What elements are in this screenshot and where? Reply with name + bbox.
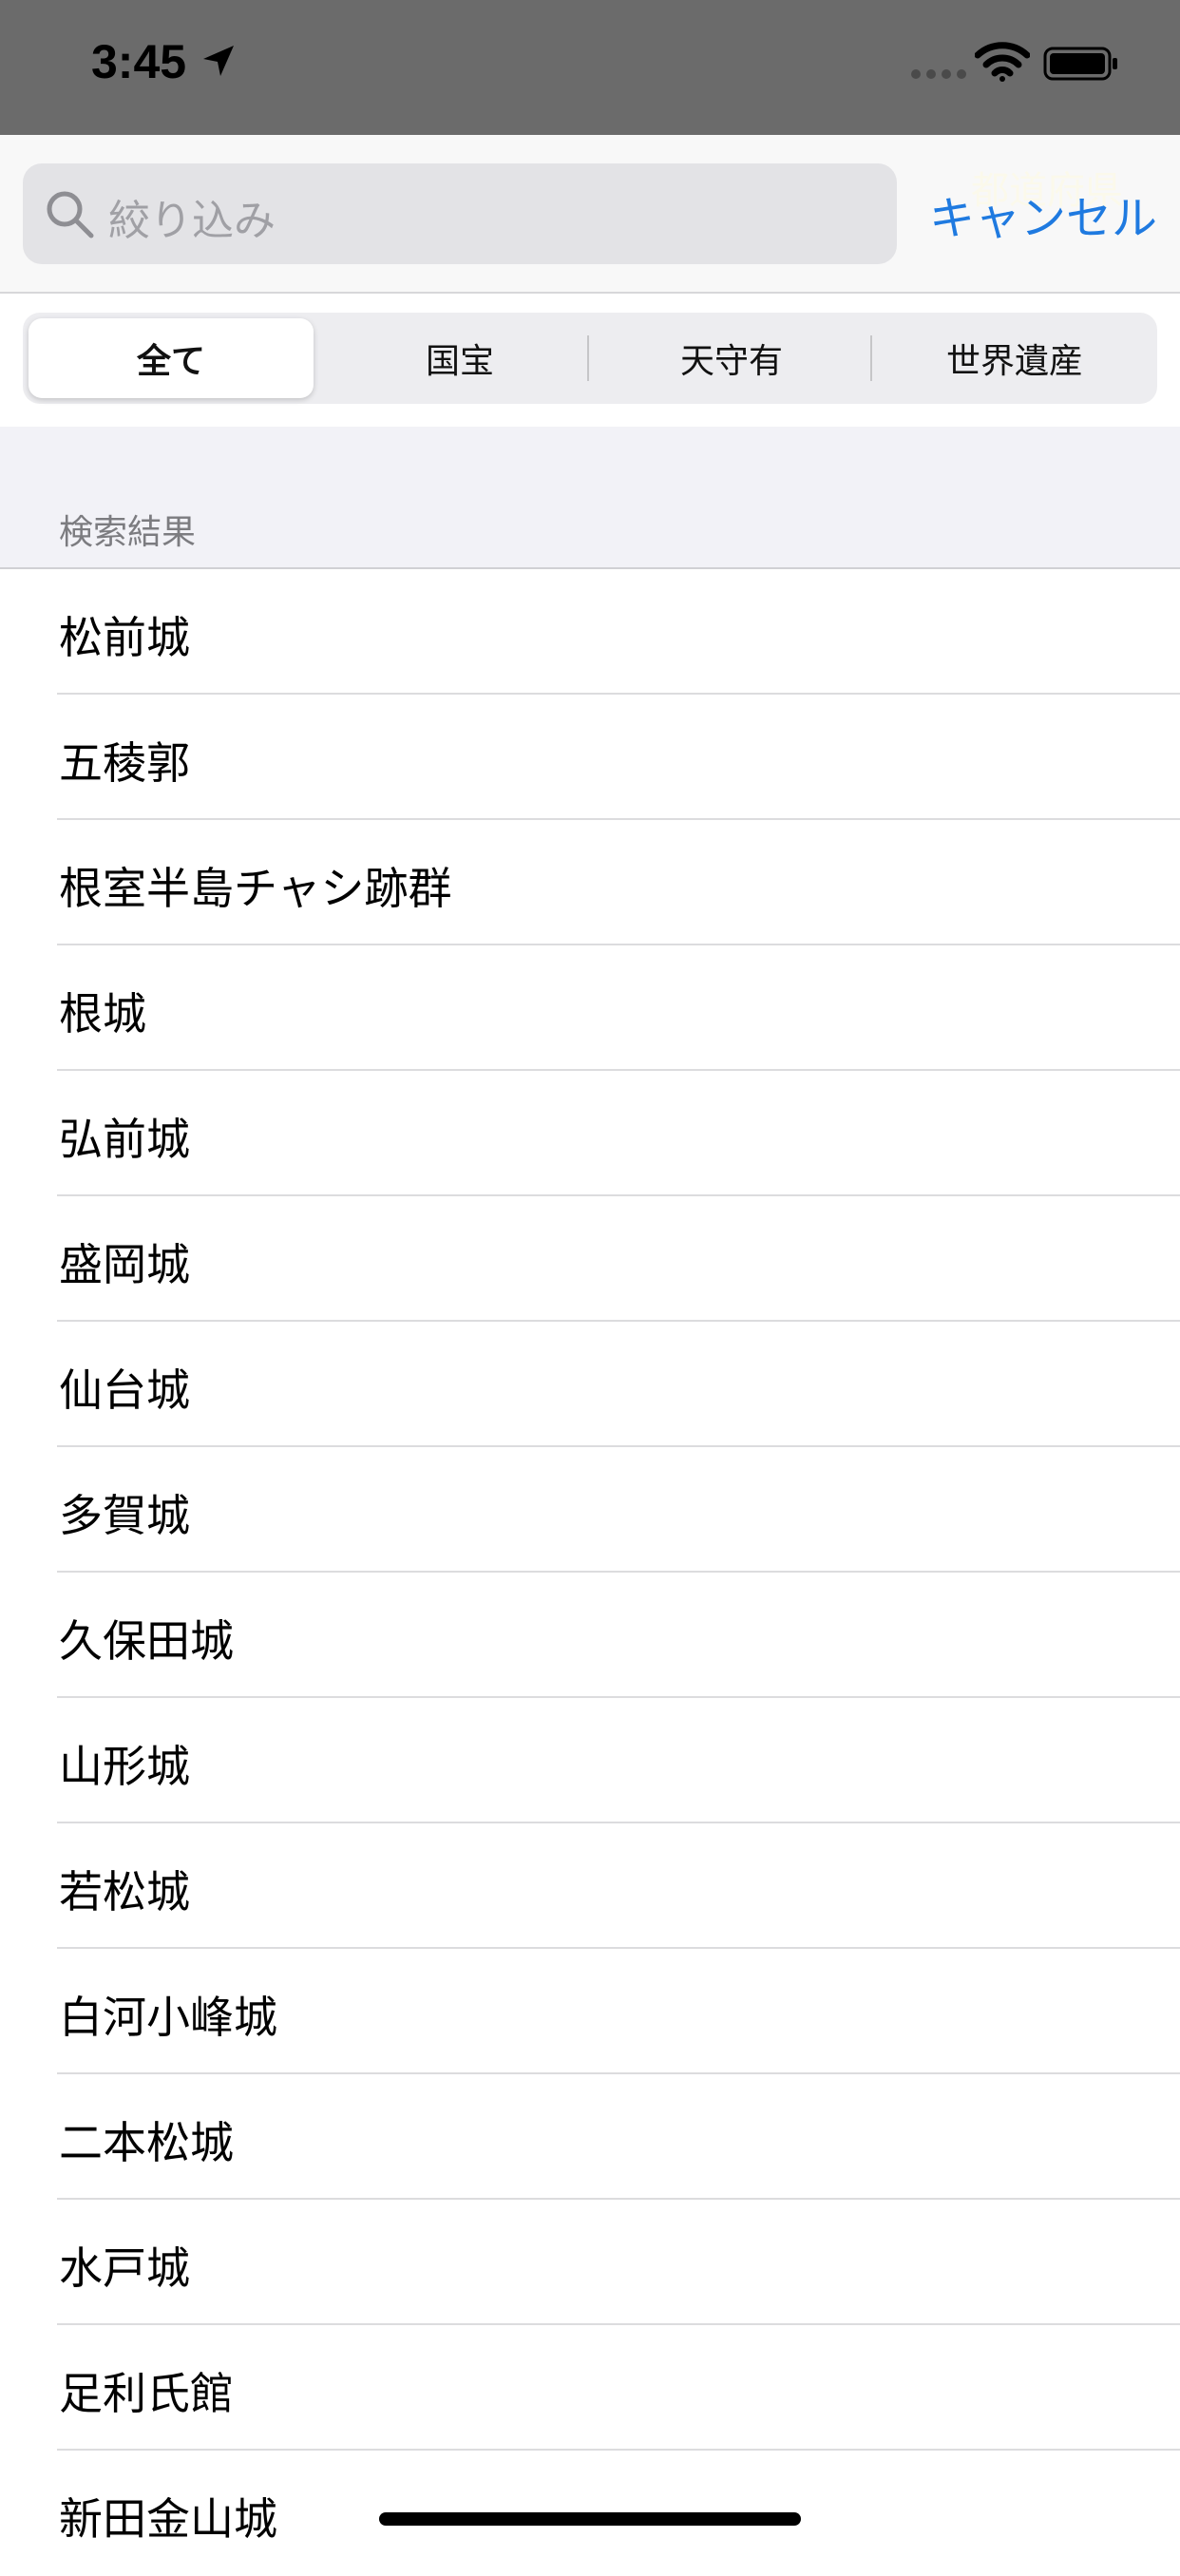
filter-area: 全て 国宝 天守有 世界遺産	[0, 294, 1180, 427]
cancel-button[interactable]: キャンセル	[929, 181, 1157, 247]
list-item-label: 足利氏館	[59, 2368, 234, 2419]
search-input[interactable]: 絞り込み	[23, 163, 897, 264]
list-item-label: 水戸城	[59, 2242, 190, 2294]
list-item[interactable]: 二本松城	[0, 2074, 1180, 2200]
cellular-signal-icon	[911, 69, 966, 79]
list-item[interactable]: 仙台城	[0, 1322, 1180, 1447]
list-item[interactable]: 若松城	[0, 1823, 1180, 1949]
segment-keep[interactable]: 天守有	[589, 313, 874, 404]
list-item-label: 根城	[59, 988, 146, 1040]
list-item[interactable]: 弘前城	[0, 1071, 1180, 1196]
list-item-label: 久保田城	[59, 1615, 234, 1667]
list-item-label: 仙台城	[59, 1364, 190, 1416]
section-title: 検索結果	[59, 513, 197, 552]
list-item[interactable]: 根城	[0, 945, 1180, 1071]
list-item[interactable]: 多賀城	[0, 1447, 1180, 1573]
list-item-label: 多賀城	[59, 1490, 190, 1541]
list-item-label: 白河小峰城	[59, 1992, 277, 2043]
battery-icon	[1043, 47, 1117, 81]
list-item-label: 根室半島チャシ跡群	[59, 863, 452, 914]
segment-national-treasure[interactable]: 国宝	[327, 313, 593, 404]
list-item-label: 若松城	[59, 1866, 190, 1918]
list-item-label: 弘前城	[59, 1114, 190, 1165]
segment-all[interactable]: 全て	[29, 318, 314, 398]
result-list: 松前城 五稜郭 根室半島チャシ跡群 根城 弘前城 盛岡城 仙台城 多賀城 久保田…	[0, 569, 1180, 2576]
list-item-label: 五稜郭	[59, 737, 190, 789]
list-item[interactable]: 根室半島チャシ跡群	[0, 820, 1180, 945]
search-icon	[47, 191, 94, 239]
list-item[interactable]: 白河小峰城	[0, 1949, 1180, 2074]
list-item[interactable]: 五稜郭	[0, 695, 1180, 820]
list-item-label: 盛岡城	[59, 1239, 190, 1290]
section-header: 検索結果	[0, 427, 1180, 567]
search-header: 日本100名城一覧 都道府県 絞り込み キャンセル	[0, 135, 1180, 293]
status-time: 3:45	[91, 35, 187, 88]
status-bar: 3:45	[0, 0, 1180, 135]
list-item[interactable]: 山形城	[0, 1698, 1180, 1823]
list-item-label: 松前城	[59, 612, 190, 663]
list-item-label: 山形城	[59, 1741, 190, 1792]
list-item[interactable]: 水戸城	[0, 2200, 1180, 2325]
search-placeholder: 絞り込み	[108, 197, 276, 245]
location-arrow-icon	[203, 46, 234, 76]
wifi-icon	[975, 42, 1030, 82]
segment-world-heritage[interactable]: 世界遺産	[872, 313, 1157, 404]
filter-segmented-control: 全て 国宝 天守有 世界遺産	[23, 313, 1157, 404]
list-item[interactable]: 足利氏館	[0, 2325, 1180, 2451]
list-item[interactable]: 松前城	[0, 569, 1180, 695]
home-indicator[interactable]	[379, 2512, 801, 2526]
list-item[interactable]: 盛岡城	[0, 1196, 1180, 1322]
list-item[interactable]: 久保田城	[0, 1573, 1180, 1698]
list-item-label: 新田金山城	[59, 2493, 277, 2545]
list-item-label: 二本松城	[59, 2117, 234, 2168]
